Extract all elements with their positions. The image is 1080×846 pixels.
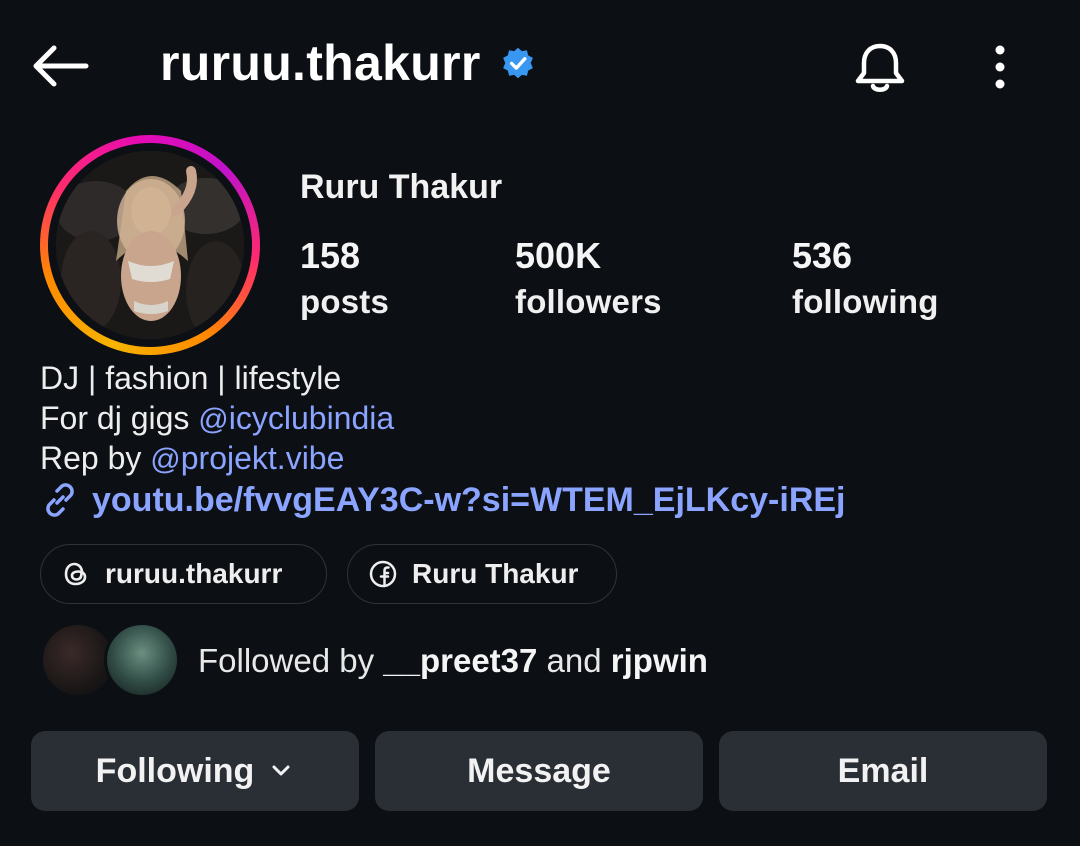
message-button[interactable]: Message xyxy=(375,731,703,811)
threads-chip-label: ruruu.thakurr xyxy=(105,558,283,589)
email-button[interactable]: Email xyxy=(719,731,1047,811)
mutual-user-1: __preet37 xyxy=(383,642,538,679)
bio-link[interactable]: youtu.be/fvvgEAY3C-w?si=WTEM_EjLKcy-iREj xyxy=(40,480,846,520)
notification-bell-icon[interactable] xyxy=(850,38,910,98)
profile-bio: DJ | fashion | lifestyle For dj gigs @ic… xyxy=(40,358,394,478)
facebook-chip[interactable]: Ruru Thakur xyxy=(347,544,617,604)
profile-avatar[interactable] xyxy=(40,135,260,355)
facebook-chip-label: Ruru Thakur xyxy=(412,558,579,589)
profile-handle: ruruu.thakurr xyxy=(160,35,481,91)
following-button-label: Following xyxy=(95,751,255,790)
threads-icon: @ xyxy=(198,403,229,436)
facebook-icon xyxy=(369,560,397,588)
verified-badge-icon xyxy=(502,47,533,79)
profile-full-name: Ruru Thakur xyxy=(300,168,503,206)
followers-label: followers xyxy=(515,283,662,320)
bio-line-3: Rep by @projekt.vibe xyxy=(40,440,345,476)
profile-page: ruruu.thakurr Ruru Thakur 158 posts 500K… xyxy=(0,0,1080,846)
header-title: ruruu.thakurr xyxy=(160,34,535,92)
followed-by-text[interactable]: Followed by __preet37 and rjpwin xyxy=(198,642,708,680)
bio-line-2: For dj gigs @icyclubindia xyxy=(40,400,395,436)
following-label: following xyxy=(792,283,939,320)
threads-icon xyxy=(64,562,87,586)
chevron-down-icon xyxy=(272,765,290,776)
mention-icyclubindia[interactable]: @icyclubindia xyxy=(198,400,394,436)
mutual-user-2: rjpwin xyxy=(610,642,708,679)
stat-following[interactable]: 536 following xyxy=(792,236,939,324)
bio-line-1: DJ | fashion | lifestyle xyxy=(40,360,342,396)
following-button[interactable]: Following xyxy=(31,731,359,811)
posts-label: posts xyxy=(300,283,390,320)
avatar xyxy=(104,622,180,698)
avatar-illustration xyxy=(56,151,244,339)
posts-count: 158 xyxy=(300,235,361,276)
bio-link-text: youtu.be/fvvgEAY3C-w?si=WTEM_EjLKcy-iREj xyxy=(92,480,846,519)
mention-projekt-vibe[interactable]: @projekt.vibe xyxy=(150,440,344,476)
threads-chip[interactable]: ruruu.thakurr xyxy=(40,544,327,604)
followers-count: 500K xyxy=(515,235,602,276)
more-options-icon[interactable] xyxy=(982,38,1018,98)
message-button-label: Message xyxy=(467,751,611,790)
following-count: 536 xyxy=(792,235,853,276)
mutual-followers-avatars[interactable] xyxy=(40,622,180,700)
email-button-label: Email xyxy=(837,751,929,790)
threads-icon: @ xyxy=(150,443,181,476)
stat-followers[interactable]: 500K followers xyxy=(515,236,662,324)
back-arrow-icon[interactable] xyxy=(28,40,92,92)
avatar-photo xyxy=(56,151,244,339)
stat-posts[interactable]: 158 posts xyxy=(300,236,389,324)
link-icon xyxy=(46,483,74,517)
